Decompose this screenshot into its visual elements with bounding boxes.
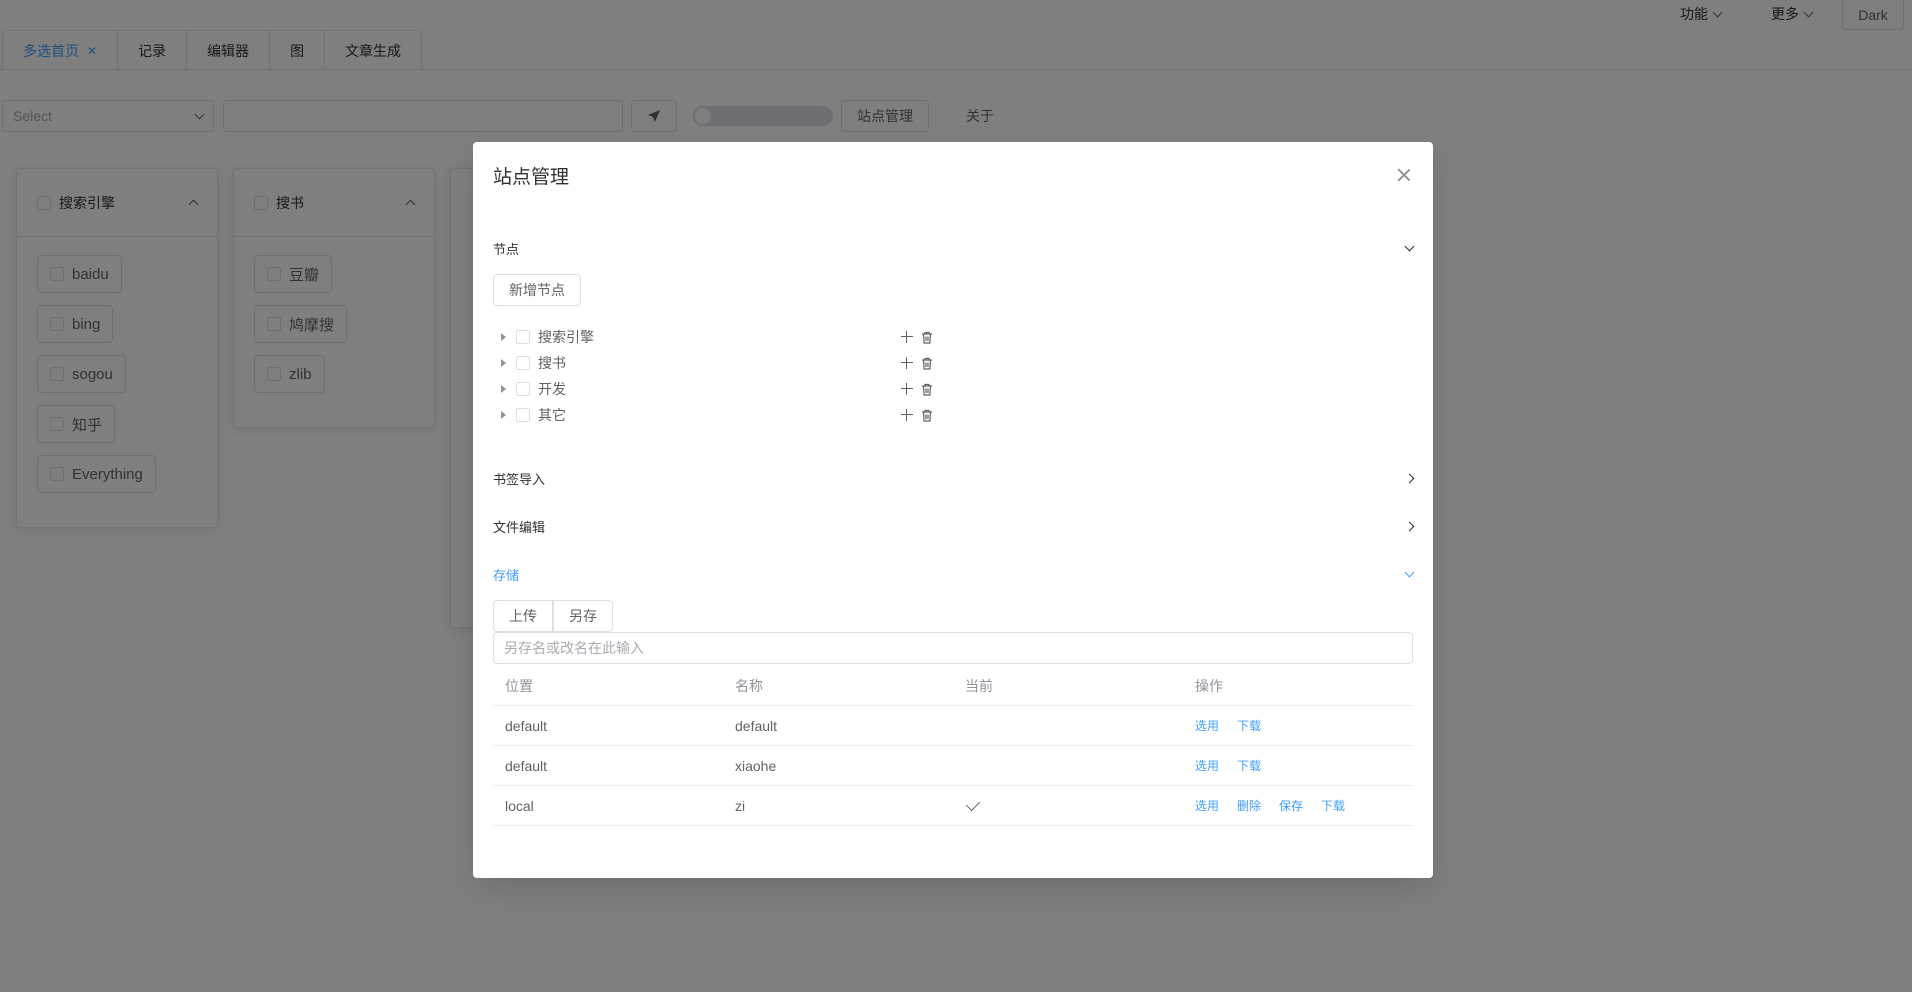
tree-checkbox[interactable] [516,330,530,344]
download-link[interactable]: 下载 [1237,757,1261,774]
chevron-right-icon [1404,473,1415,483]
use-link[interactable]: 选用 [1195,757,1219,774]
tree-node-label: 搜书 [538,355,566,371]
plus-icon[interactable] [901,331,913,343]
cell-location: default [505,717,548,734]
trash-icon[interactable] [921,409,933,422]
cell-current [953,796,1183,811]
tree-node-label: 搜索引擎 [538,329,594,345]
section-title: 存储 [493,567,520,583]
delete-link[interactable]: 删除 [1237,797,1261,814]
table-row: default default 选用 下载 [493,706,1413,746]
cell-name: zi [735,797,746,814]
caret-right-icon[interactable] [501,411,506,419]
rename-placeholder: 另存名或改名在此输入 [504,640,644,656]
column-header: 名称 [735,677,763,694]
caret-right-icon[interactable] [501,333,506,341]
plus-icon[interactable] [901,409,913,421]
column-header: 位置 [505,677,533,694]
column-header: 当前 [965,677,993,694]
storage-table: 位置 名称 当前 操作 default default 选用 下载 defaul… [493,666,1413,826]
check-icon [965,796,981,811]
section-title: 节点 [493,241,520,257]
close-icon[interactable] [1397,168,1411,182]
download-link[interactable]: 下载 [1237,717,1261,734]
plus-icon[interactable] [901,357,913,369]
rename-input[interactable]: 另存名或改名在此输入 [493,632,1413,664]
section-title: 书签导入 [493,471,546,487]
section-nodes-header[interactable]: 节点 [493,224,1415,272]
trash-icon[interactable] [921,357,933,370]
section-storage-header[interactable]: 存储 [493,550,1415,598]
section-bookmark-import-header[interactable]: 书签导入 [493,454,1415,502]
tree-node-label: 其它 [538,407,566,423]
tree-node[interactable]: 搜索引擎 [501,324,932,350]
upload-button[interactable]: 上传 [493,600,553,632]
cell-location: local [505,797,534,814]
tree-node[interactable]: 开发 [501,376,932,402]
add-node-button[interactable]: 新增节点 [493,274,581,306]
trash-icon[interactable] [921,383,933,396]
table-row: local zi 选用 删除 保存 下载 [493,786,1413,826]
table-row: default xiaohe 选用 下载 [493,746,1413,786]
section-title: 文件编辑 [493,519,546,535]
download-link[interactable]: 下载 [1321,797,1345,814]
cell-location: default [505,757,548,774]
table-header: 位置 名称 当前 操作 [493,666,1413,706]
chevron-down-icon [1404,567,1415,577]
caret-right-icon[interactable] [501,359,506,367]
section-file-edit-header[interactable]: 文件编辑 [493,502,1415,550]
use-link[interactable]: 选用 [1195,717,1219,734]
chevron-right-icon [1404,521,1415,531]
tree-checkbox[interactable] [516,356,530,370]
dialog-title: 站点管理 [493,167,570,188]
cell-actions: 选用 下载 [1183,757,1413,774]
cell-actions: 选用 下载 [1183,717,1413,734]
tree-node[interactable]: 搜书 [501,350,932,376]
cell-name: xiaohe [735,757,777,774]
tree-checkbox[interactable] [516,408,530,422]
use-link[interactable]: 选用 [1195,797,1219,814]
tree-node-label: 开发 [538,381,566,397]
caret-right-icon[interactable] [501,385,506,393]
trash-icon[interactable] [921,331,933,344]
chevron-down-icon [1404,241,1415,251]
cell-name: default [735,717,778,734]
column-header: 操作 [1195,677,1223,694]
save-as-button[interactable]: 另存 [553,600,613,632]
site-manage-dialog: 站点管理 节点 新增节点 搜索引擎 搜书 开发 其它 书签导入 文件编辑 存储 … [473,142,1433,878]
cell-actions: 选用 删除 保存 下载 [1183,797,1413,814]
plus-icon[interactable] [901,383,913,395]
tree-node[interactable]: 其它 [501,402,932,428]
tree-checkbox[interactable] [516,382,530,396]
save-link[interactable]: 保存 [1279,797,1303,814]
